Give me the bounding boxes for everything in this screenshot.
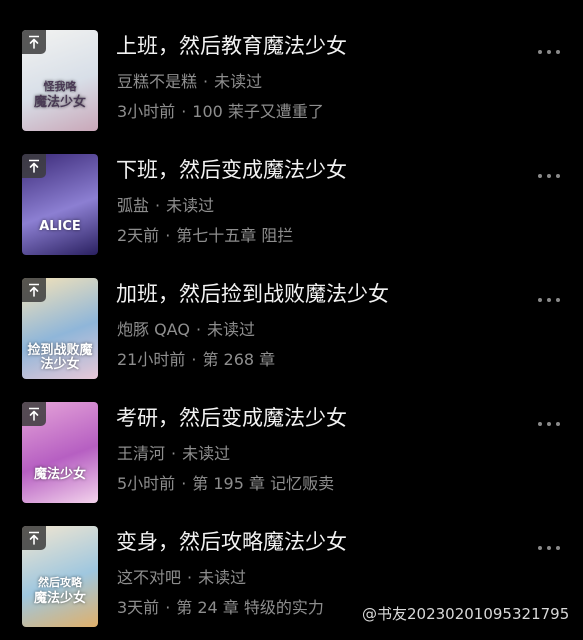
book-title[interactable]: 考研，然后变成魔法少女: [116, 405, 347, 431]
more-dots-icon[interactable]: [534, 418, 564, 430]
author-name: 王清河: [117, 444, 166, 463]
author-name: 豆糕不是糕: [117, 72, 198, 91]
dot: [538, 298, 542, 302]
book-list: 怪我咯 魔法少女 上班，然后教育魔法少女 豆糕不是糕 · 未读过 3小时前 · 100 茉子又遭…: [0, 0, 583, 640]
separator-dot: ·: [195, 320, 202, 339]
book-cover[interactable]: 魔法少女: [22, 402, 98, 503]
read-status: 未读过: [166, 196, 215, 215]
read-status: 未读过: [198, 568, 247, 587]
cover-title-top: 怪我咯: [43, 80, 77, 93]
dot: [547, 174, 551, 178]
update-time: 3小时前: [117, 102, 176, 121]
dot: [547, 546, 551, 550]
dot: [538, 174, 542, 178]
read-status: 未读过: [214, 72, 263, 91]
cover-title-bottom: 魔法少女: [33, 95, 86, 110]
update-time: 5小时前: [117, 474, 176, 493]
separator-dot: ·: [155, 196, 161, 215]
separator-dot: ·: [181, 102, 187, 121]
watermark-text: @书友20230201095321795: [362, 605, 570, 623]
book-title[interactable]: 下班，然后变成魔法少女: [116, 157, 347, 183]
book-cover[interactable]: 然后攻略 魔法少女: [22, 526, 98, 627]
book-cover[interactable]: 捡到战败魔法少女: [22, 278, 98, 379]
update-time: 3天前: [117, 598, 160, 617]
author-status-line: 弧盐 · 未读过: [117, 196, 214, 216]
cover-title-bottom: ALICE: [39, 219, 81, 234]
author-status-line: 炮豚 QAQ · 未读过: [117, 320, 255, 340]
latest-chapter: 第 195 章 记忆贩卖: [192, 474, 335, 493]
author-name: 炮豚 QAQ: [117, 320, 190, 339]
update-chapter-line: 21小时前 · 第 268 章: [117, 350, 275, 370]
book-row[interactable]: 然后攻略 魔法少女 变身，然后攻略魔法少女 这不对吧 · 未读过 3天前 · 第 24 章 特级…: [0, 496, 583, 627]
dot: [538, 422, 542, 426]
book-row[interactable]: 怪我咯 魔法少女 上班，然后教育魔法少女 豆糕不是糕 · 未读过 3小时前 · 100 茉子又遭…: [0, 0, 583, 131]
author-name: 这不对吧: [117, 568, 182, 587]
cover-title-bottom: 魔法少女: [33, 591, 86, 606]
update-chapter-line: 3小时前 · 100 茉子又遭重了: [117, 102, 324, 122]
pin-to-top-icon: [22, 278, 46, 302]
dot: [556, 174, 560, 178]
cover-title-bottom: 捡到战败魔法少女: [27, 343, 93, 372]
dot: [556, 422, 560, 426]
cover-title-bottom: 魔法少女: [33, 467, 86, 482]
dot: [547, 50, 551, 54]
dot: [556, 546, 560, 550]
update-time: 2天前: [117, 226, 160, 245]
update-chapter-line: 3天前 · 第 24 章 特级的实力: [117, 598, 324, 618]
book-cover[interactable]: ALICE: [22, 154, 98, 255]
update-time: 21小时前: [117, 350, 186, 369]
separator-dot: ·: [203, 72, 209, 91]
pin-to-top-icon: [22, 526, 46, 550]
latest-chapter: 100 茉子又遭重了: [192, 102, 324, 121]
latest-chapter: 第 24 章 特级的实力: [176, 598, 324, 617]
author-status-line: 王清河 · 未读过: [117, 444, 230, 464]
pin-to-top-icon: [22, 402, 46, 426]
book-title[interactable]: 加班，然后捡到战败魔法少女: [116, 281, 389, 307]
book-row[interactable]: 捡到战败魔法少女 加班，然后捡到战败魔法少女 炮豚 QAQ · 未读过 21小时前 · 第 2…: [0, 248, 583, 379]
separator-dot: ·: [191, 350, 197, 369]
cover-title-top: 然后攻略: [38, 576, 82, 589]
dot: [556, 298, 560, 302]
read-status: 未读过: [182, 444, 231, 463]
separator-dot: ·: [165, 598, 171, 617]
author-status-line: 这不对吧 · 未读过: [117, 568, 246, 588]
more-dots-icon[interactable]: [534, 170, 564, 182]
pin-to-top-icon: [22, 30, 46, 54]
dot: [556, 50, 560, 54]
pin-to-top-icon: [22, 154, 46, 178]
author-status-line: 豆糕不是糕 · 未读过: [117, 72, 262, 92]
latest-chapter: 第 268 章: [202, 350, 276, 369]
dot: [547, 298, 551, 302]
more-dots-icon[interactable]: [534, 542, 564, 554]
more-dots-icon[interactable]: [534, 46, 564, 58]
book-cover[interactable]: 怪我咯 魔法少女: [22, 30, 98, 131]
update-chapter-line: 2天前 · 第七十五章 阻拦: [117, 226, 293, 246]
dot: [538, 50, 542, 54]
dot: [547, 422, 551, 426]
author-name: 弧盐: [117, 196, 150, 215]
book-row[interactable]: 魔法少女 考研，然后变成魔法少女王清河 · 未读过 5小时前 · 第 195 章 记忆贩卖: [0, 372, 583, 503]
separator-dot: ·: [181, 474, 187, 493]
book-title[interactable]: 上班，然后教育魔法少女: [116, 33, 347, 59]
read-status: 未读过: [207, 320, 256, 339]
separator-dot: ·: [171, 444, 177, 463]
separator-dot: ·: [165, 226, 171, 245]
update-chapter-line: 5小时前 · 第 195 章 记忆贩卖: [117, 474, 334, 494]
more-dots-icon[interactable]: [534, 294, 564, 306]
dot: [538, 546, 542, 550]
book-title[interactable]: 变身，然后攻略魔法少女: [116, 529, 347, 555]
separator-dot: ·: [187, 568, 193, 587]
book-row[interactable]: ALICE 下班，然后变成魔法少女弧盐 · 未读过 2天前 · 第七十五章 阻拦: [0, 124, 583, 255]
latest-chapter: 第七十五章 阻拦: [176, 226, 294, 245]
